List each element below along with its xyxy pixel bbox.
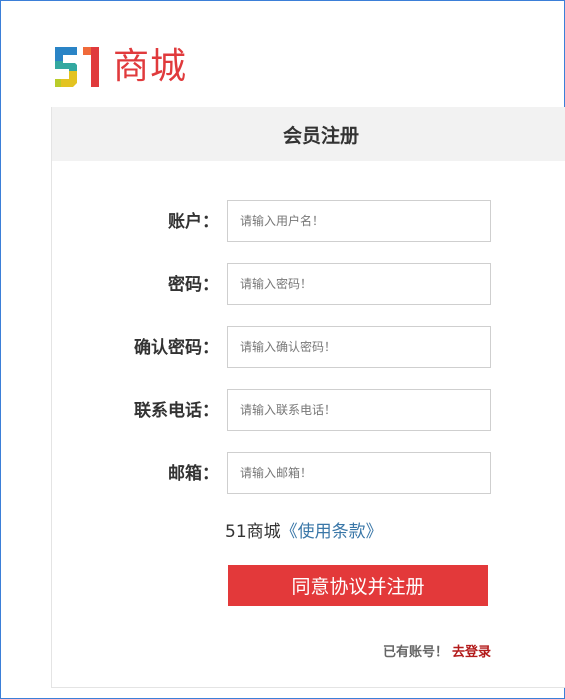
register-panel: 会员注册 账户： 密码： 确认密码： 联系电话： 邮箱： 51商城《使用条款》 … (51, 107, 565, 688)
username-input[interactable] (227, 200, 491, 242)
phone-input[interactable] (227, 389, 491, 431)
confirm-password-row: 确认密码： (52, 326, 565, 370)
page-title: 会员注册 (282, 124, 359, 147)
terms-link[interactable]: 《使用条款》 (281, 522, 383, 542)
terms-prefix: 51商城 (225, 522, 281, 542)
agree-and-register-button[interactable]: 同意协议并注册 (228, 565, 488, 606)
phone-label: 联系电话： (134, 401, 219, 421)
confirm-password-label: 确认密码： (134, 338, 219, 358)
login-prompt: 已有账号！ (382, 645, 448, 660)
username-row: 账户： (52, 200, 565, 244)
terms-line: 51商城《使用条款》 (225, 517, 383, 542)
site-logo[interactable]: 商城 (53, 45, 187, 89)
phone-row: 联系电话： (52, 389, 565, 433)
username-label: 账户： (168, 212, 219, 232)
register-page: 商城 会员注册 账户： 密码： 确认密码： 联系电话： 邮箱： 51商城《使用条… (0, 0, 565, 699)
email-row: 邮箱： (52, 452, 565, 496)
password-input[interactable] (227, 263, 491, 305)
confirm-password-input[interactable] (227, 326, 491, 368)
logo-51-icon (55, 47, 99, 87)
email-input[interactable] (227, 452, 491, 494)
password-row: 密码： (52, 263, 565, 307)
password-label: 密码： (168, 275, 219, 295)
email-label: 邮箱： (168, 464, 219, 484)
login-prompt-line: 已有账号！ 去登录 (383, 641, 491, 660)
panel-header: 会员注册 (52, 107, 565, 161)
logo-text: 商城 (113, 46, 188, 87)
login-link[interactable]: 去登录 (452, 645, 491, 660)
